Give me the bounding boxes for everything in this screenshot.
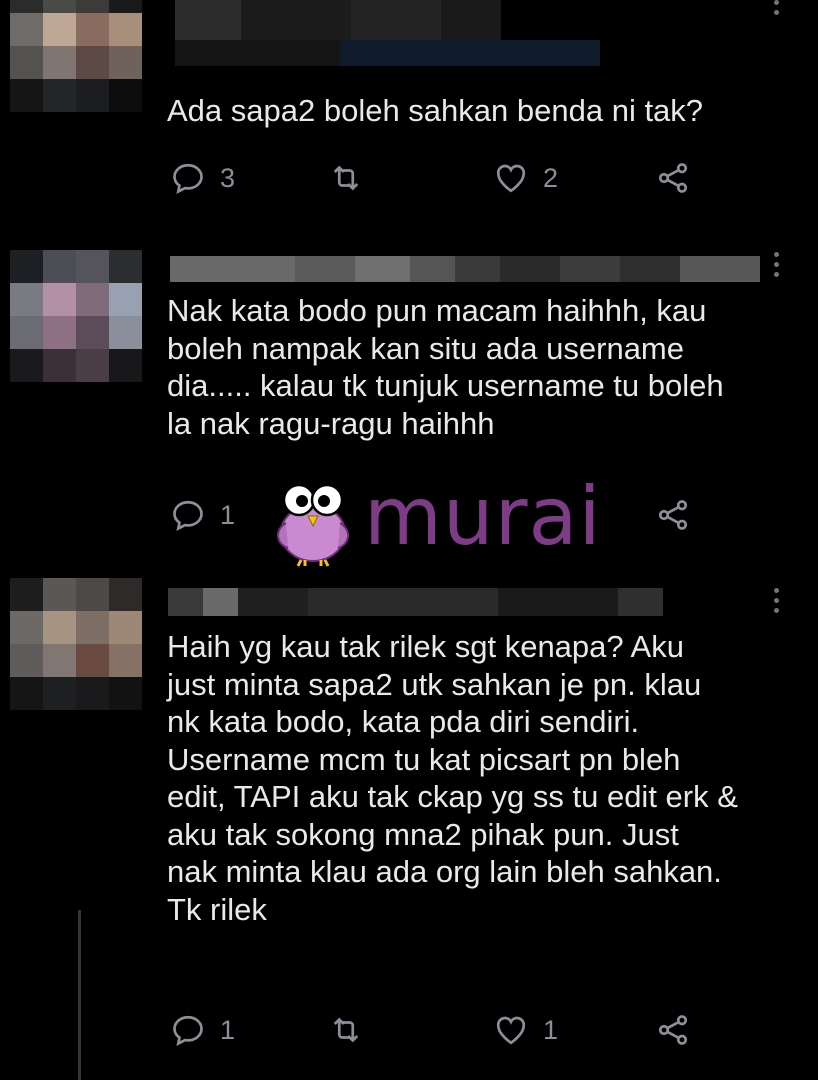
reply-count: 3 (220, 162, 236, 193)
retweet-button[interactable] (328, 158, 364, 198)
avatar[interactable] (10, 0, 142, 112)
reply-button[interactable]: 1 (170, 1010, 235, 1050)
reply-count: 1 (220, 499, 236, 530)
more-menu-icon[interactable] (774, 588, 780, 618)
watermark: murai (268, 472, 638, 568)
share-button[interactable] (655, 495, 691, 535)
tweet-actions: 1 1 (170, 1010, 700, 1050)
owl-icon (277, 483, 349, 567)
tweet-actions: 3 2 (170, 158, 700, 198)
share-icon (658, 500, 688, 530)
more-menu-icon[interactable] (774, 0, 780, 20)
share-icon (658, 163, 688, 193)
heart-icon (496, 1016, 526, 1045)
tweet-text: Nak kata bodo pun macam haihhh, kau bole… (167, 293, 724, 441)
reply-icon (173, 1015, 203, 1046)
watermark-text: murai (364, 470, 602, 563)
reply-icon (173, 163, 203, 194)
thread-line (78, 910, 81, 1080)
handle-blurred[interactable] (175, 40, 600, 66)
reply-count: 1 (220, 1014, 236, 1045)
like-button[interactable]: 1 (493, 1010, 558, 1050)
username-blurred[interactable] (170, 256, 760, 282)
username-blurred[interactable] (168, 588, 663, 616)
reply-button[interactable]: 1 (170, 495, 235, 535)
more-menu-icon[interactable] (774, 252, 780, 282)
share-button[interactable] (655, 1010, 691, 1050)
reply-button[interactable]: 3 (170, 158, 235, 198)
retweet-icon (333, 165, 359, 191)
like-button[interactable]: 2 (493, 158, 558, 198)
reply-icon (173, 500, 203, 531)
tweet-text: Haih yg kau tak rilek sgt kenapa? Aku ju… (167, 629, 738, 927)
share-button[interactable] (655, 158, 691, 198)
heart-icon (496, 164, 526, 193)
retweet-button[interactable] (328, 1010, 364, 1050)
share-icon (658, 1015, 688, 1045)
tweet-text: Ada sapa2 boleh sahkan benda ni tak? (167, 93, 704, 128)
like-count: 1 (543, 1014, 559, 1045)
like-count: 2 (543, 162, 559, 193)
retweet-icon (333, 1017, 359, 1043)
avatar[interactable] (10, 578, 142, 710)
avatar[interactable] (10, 250, 142, 382)
